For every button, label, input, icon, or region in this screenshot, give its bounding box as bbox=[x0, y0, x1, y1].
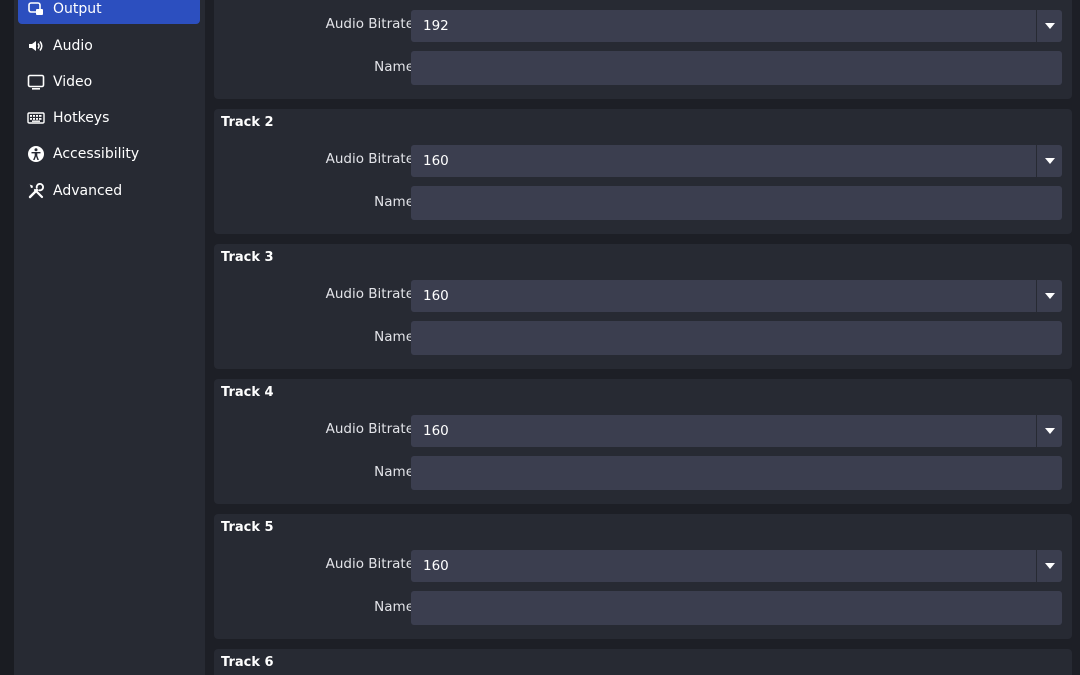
output-settings-panel: Audio Bitrate 192 Name Track 2 Audio Bit… bbox=[205, 0, 1080, 675]
track-1-name-input[interactable] bbox=[411, 51, 1062, 85]
track-1-audio-bitrate-select[interactable]: 192 bbox=[411, 10, 1062, 42]
track-6-group: Track 6 bbox=[214, 649, 1072, 675]
window-edge bbox=[1076, 0, 1080, 675]
chevron-down-icon[interactable] bbox=[1036, 10, 1062, 42]
chevron-down-icon[interactable] bbox=[1036, 415, 1062, 447]
selected-value: 160 bbox=[423, 288, 449, 304]
sidebar-item-accessibility[interactable]: Accessibility bbox=[18, 139, 200, 169]
name-label: Name bbox=[374, 464, 414, 480]
audio-bitrate-label: Audio Bitrate bbox=[325, 286, 414, 302]
audio-bitrate-label: Audio Bitrate bbox=[325, 421, 414, 437]
name-label: Name bbox=[374, 59, 414, 75]
track-5-audio-bitrate-select[interactable]: 160 bbox=[411, 550, 1062, 582]
selected-value: 160 bbox=[423, 153, 449, 169]
track-4-group: Track 4 Audio Bitrate 160 Name bbox=[214, 379, 1072, 504]
name-label: Name bbox=[374, 194, 414, 210]
speaker-icon bbox=[26, 36, 46, 56]
audio-bitrate-label: Audio Bitrate bbox=[325, 16, 414, 32]
group-title: Track 5 bbox=[221, 520, 274, 535]
sidebar-item-advanced[interactable]: Advanced bbox=[18, 176, 200, 206]
track-3-name-input[interactable] bbox=[411, 321, 1062, 355]
sidebar-item-video[interactable]: Video bbox=[18, 67, 200, 97]
name-label: Name bbox=[374, 599, 414, 615]
audio-bitrate-label: Audio Bitrate bbox=[325, 556, 414, 572]
group-title: Track 4 bbox=[221, 385, 274, 400]
output-icon bbox=[26, 0, 46, 19]
track-4-name-input[interactable] bbox=[411, 456, 1062, 490]
settings-window: Output Audio Video Hotkeys Accessibility bbox=[0, 0, 1080, 675]
track-3-audio-bitrate-select[interactable]: 160 bbox=[411, 280, 1062, 312]
sidebar-item-label: Video bbox=[53, 74, 93, 90]
monitor-icon bbox=[26, 72, 46, 92]
tools-icon bbox=[26, 181, 46, 201]
accessibility-icon bbox=[26, 144, 46, 164]
settings-sidebar: Output Audio Video Hotkeys Accessibility bbox=[14, 0, 205, 675]
sidebar-item-label: Output bbox=[53, 1, 102, 17]
sidebar-item-label: Hotkeys bbox=[53, 110, 110, 126]
group-title: Track 2 bbox=[221, 115, 274, 130]
track-2-audio-bitrate-select[interactable]: 160 bbox=[411, 145, 1062, 177]
sidebar-item-output[interactable]: Output bbox=[18, 0, 200, 24]
track-1-group: Audio Bitrate 192 Name bbox=[214, 0, 1072, 99]
name-label: Name bbox=[374, 329, 414, 345]
group-title: Track 3 bbox=[221, 250, 274, 265]
chevron-down-icon[interactable] bbox=[1036, 145, 1062, 177]
keyboard-icon bbox=[26, 108, 46, 128]
track-2-group: Track 2 Audio Bitrate 160 Name bbox=[214, 109, 1072, 234]
track-5-name-input[interactable] bbox=[411, 591, 1062, 625]
selected-value: 192 bbox=[423, 18, 449, 34]
selected-value: 160 bbox=[423, 558, 449, 574]
audio-bitrate-label: Audio Bitrate bbox=[325, 151, 414, 167]
track-2-name-input[interactable] bbox=[411, 186, 1062, 220]
track-3-group: Track 3 Audio Bitrate 160 Name bbox=[214, 244, 1072, 369]
sidebar-item-hotkeys[interactable]: Hotkeys bbox=[18, 103, 200, 133]
selected-value: 160 bbox=[423, 423, 449, 439]
sidebar-item-label: Advanced bbox=[53, 183, 123, 199]
track-4-audio-bitrate-select[interactable]: 160 bbox=[411, 415, 1062, 447]
sidebar-item-label: Audio bbox=[53, 38, 93, 54]
sidebar-item-audio[interactable]: Audio bbox=[18, 31, 200, 61]
window-edge bbox=[0, 0, 14, 675]
track-5-group: Track 5 Audio Bitrate 160 Name bbox=[214, 514, 1072, 639]
group-title: Track 6 bbox=[221, 655, 274, 670]
chevron-down-icon[interactable] bbox=[1036, 550, 1062, 582]
chevron-down-icon[interactable] bbox=[1036, 280, 1062, 312]
sidebar-item-label: Accessibility bbox=[53, 146, 140, 162]
